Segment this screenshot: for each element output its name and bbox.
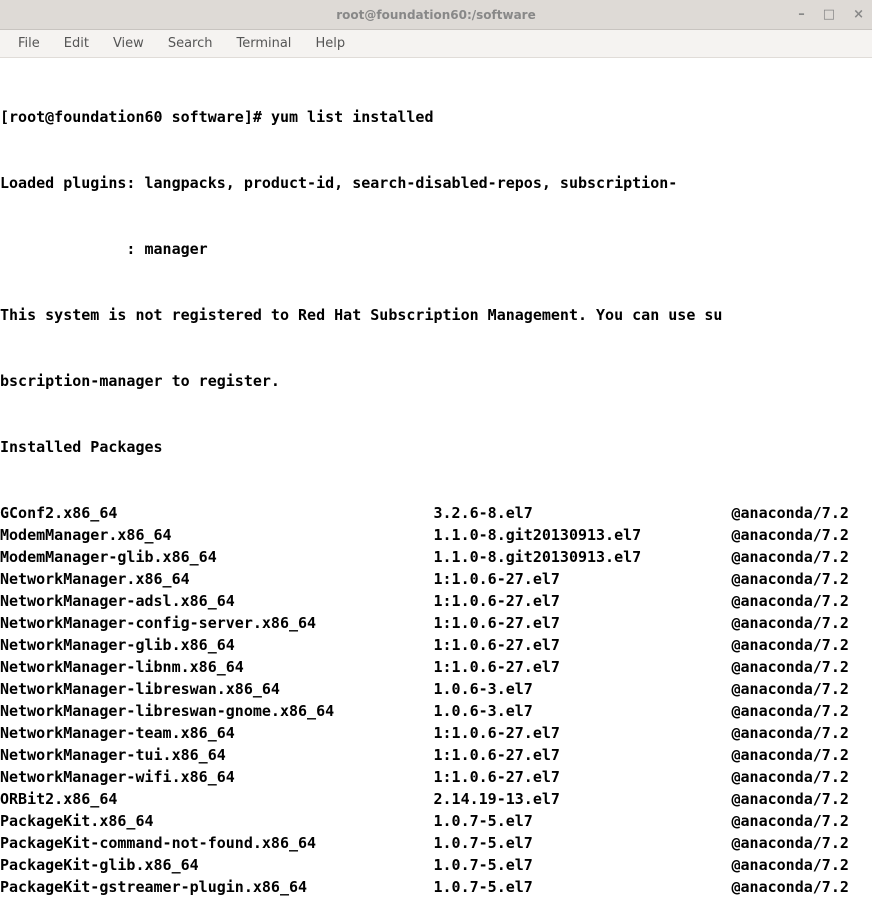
package-row: NetworkManager-tui.x86_64 1:1.0.6-27.el7…: [0, 744, 872, 766]
menu-edit[interactable]: Edit: [54, 32, 99, 55]
package-row: PackageKit.x86_64 1.0.7-5.el7 @anaconda/…: [0, 810, 872, 832]
maximize-icon[interactable]: □: [823, 7, 835, 22]
output-line: Loaded plugins: langpacks, product-id, s…: [0, 172, 872, 194]
package-row: NetworkManager-libreswan.x86_64 1.0.6-3.…: [0, 678, 872, 700]
package-row: PackageKit-gstreamer-plugin.x86_64 1.0.7…: [0, 876, 872, 898]
package-row: NetworkManager-config-server.x86_64 1:1.…: [0, 612, 872, 634]
window-title: root@foundation60:/software: [336, 8, 535, 22]
package-row: NetworkManager-adsl.x86_64 1:1.0.6-27.el…: [0, 590, 872, 612]
shell-prompt: [root@foundation60 software]#: [0, 108, 271, 126]
minimize-icon[interactable]: –: [798, 7, 805, 22]
prompt-line: [root@foundation60 software]# yum list i…: [0, 106, 872, 128]
package-row: PackageKit-glib.x86_64 1.0.7-5.el7 @anac…: [0, 854, 872, 876]
package-row: ORBit2.x86_64 2.14.19-13.el7 @anaconda/7…: [0, 788, 872, 810]
package-row: NetworkManager-team.x86_64 1:1.0.6-27.el…: [0, 722, 872, 744]
menubar: File Edit View Search Terminal Help: [0, 30, 872, 58]
output-line: : manager: [0, 238, 872, 260]
package-row: NetworkManager.x86_64 1:1.0.6-27.el7 @an…: [0, 568, 872, 590]
output-line: This system is not registered to Red Hat…: [0, 304, 872, 326]
window-titlebar: root@foundation60:/software – □ ×: [0, 0, 872, 30]
package-list: GConf2.x86_64 3.2.6-8.el7 @anaconda/7.2M…: [0, 502, 872, 898]
terminal-output[interactable]: [root@foundation60 software]# yum list i…: [0, 58, 872, 920]
package-row: ModemManager-glib.x86_64 1.1.0-8.git2013…: [0, 546, 872, 568]
menu-view[interactable]: View: [103, 32, 154, 55]
package-row: NetworkManager-glib.x86_64 1:1.0.6-27.el…: [0, 634, 872, 656]
command-text: yum list installed: [271, 108, 434, 126]
close-icon[interactable]: ×: [853, 7, 864, 22]
package-row: NetworkManager-libnm.x86_64 1:1.0.6-27.e…: [0, 656, 872, 678]
package-row: GConf2.x86_64 3.2.6-8.el7 @anaconda/7.2: [0, 502, 872, 524]
package-row: ModemManager.x86_64 1.1.0-8.git20130913.…: [0, 524, 872, 546]
window-controls: – □ ×: [798, 7, 864, 22]
menu-search[interactable]: Search: [158, 32, 223, 55]
menu-help[interactable]: Help: [305, 32, 355, 55]
package-row: PackageKit-command-not-found.x86_64 1.0.…: [0, 832, 872, 854]
output-line: bscription-manager to register.: [0, 370, 872, 392]
output-line: Installed Packages: [0, 436, 872, 458]
package-row: NetworkManager-libreswan-gnome.x86_64 1.…: [0, 700, 872, 722]
menu-terminal[interactable]: Terminal: [226, 32, 301, 55]
package-row: NetworkManager-wifi.x86_64 1:1.0.6-27.el…: [0, 766, 872, 788]
menu-file[interactable]: File: [8, 32, 50, 55]
